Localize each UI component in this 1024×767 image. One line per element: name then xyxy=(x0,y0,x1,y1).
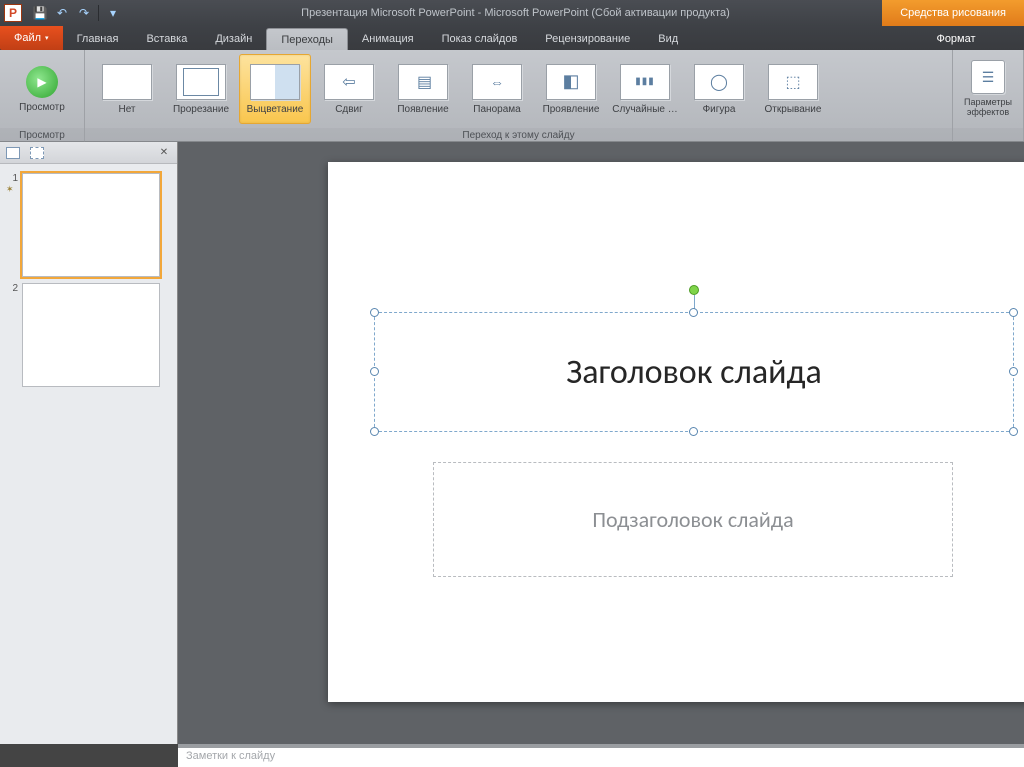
thumbnail-tabs: ✕ xyxy=(0,142,177,164)
thumbnail-number: 1 xyxy=(6,173,18,184)
transition-label: Случайные … xyxy=(612,104,677,115)
transition-indicator-icon: ✶ xyxy=(6,184,18,195)
transition-split-icon xyxy=(472,64,522,100)
group-effect-options: Параметры эффектов xyxy=(953,50,1024,141)
group-preview: ▶ Просмотр Просмотр xyxy=(0,50,85,141)
quick-access-toolbar: 💾 ↶ ↷ ▾ xyxy=(26,3,127,23)
transition-random[interactable]: Случайные … xyxy=(609,54,681,124)
title-text[interactable]: Заголовок слайда xyxy=(566,352,822,393)
resize-handle-sw[interactable] xyxy=(370,427,379,436)
resize-handle-w[interactable] xyxy=(370,367,379,376)
group-transitions: Нет Прорезание Выцветание Сдвиг Появлени… xyxy=(85,50,953,141)
undo-icon[interactable]: ↶ xyxy=(52,3,72,23)
thumbnail-slide[interactable] xyxy=(22,173,160,277)
tab-design[interactable]: Дизайн xyxy=(201,28,266,50)
tab-slideshow[interactable]: Показ слайдов xyxy=(428,28,532,50)
effect-options-button[interactable]: Параметры эффектов xyxy=(959,54,1017,124)
transition-random-icon xyxy=(620,64,670,100)
transition-reveal-icon xyxy=(546,64,596,100)
rotation-connector xyxy=(694,295,695,309)
resize-handle-e[interactable] xyxy=(1009,367,1018,376)
subtitle-placeholder[interactable]: Подзаголовок слайда xyxy=(433,462,953,577)
transition-split[interactable]: Панорама xyxy=(461,54,533,124)
play-icon: ▶ xyxy=(26,66,58,98)
transition-push[interactable]: Сдвиг xyxy=(313,54,385,124)
transition-reveal[interactable]: Проявление xyxy=(535,54,607,124)
tab-home[interactable]: Главная xyxy=(63,28,133,50)
slide-canvas[interactable]: Заголовок слайда Подзаголовок слайда xyxy=(328,162,1024,702)
save-icon[interactable]: 💾 xyxy=(30,3,50,23)
slides-tab-icon[interactable] xyxy=(6,147,20,159)
group-preview-label: Просмотр xyxy=(0,128,84,143)
transition-label: Сдвиг xyxy=(335,104,363,115)
transition-fade[interactable]: Выцветание xyxy=(239,54,311,124)
app-icon: P xyxy=(4,4,22,22)
transition-label: Проявление xyxy=(543,104,600,115)
outline-tab-icon[interactable] xyxy=(30,147,44,159)
thumbnail-row[interactable]: 1 ✶ xyxy=(0,170,177,280)
notes-pane[interactable]: Заметки к слайду xyxy=(178,744,1024,767)
transition-label: Фигура xyxy=(703,104,736,115)
group-effects-label xyxy=(953,128,1023,143)
transition-shape-icon xyxy=(694,64,744,100)
transition-label: Появление xyxy=(397,104,448,115)
slide-editor: Заголовок слайда Подзаголовок слайда xyxy=(178,142,1024,744)
transition-wipe[interactable]: Появление xyxy=(387,54,459,124)
transition-uncover-icon xyxy=(768,64,818,100)
transition-push-icon xyxy=(324,64,374,100)
resize-handle-se[interactable] xyxy=(1009,427,1018,436)
transition-none[interactable]: Нет xyxy=(91,54,163,124)
preview-button-label: Просмотр xyxy=(19,102,65,113)
transition-label: Панорама xyxy=(473,104,520,115)
transition-label: Нет xyxy=(118,104,135,115)
transition-label: Выцветание xyxy=(247,104,304,115)
subtitle-text[interactable]: Подзаголовок слайда xyxy=(592,506,793,533)
transition-cut-icon xyxy=(176,64,226,100)
file-tab[interactable]: Файл xyxy=(0,26,63,50)
effect-options-icon xyxy=(971,60,1005,94)
thumbnail-number: 2 xyxy=(6,283,18,294)
title-bar: P 💾 ↶ ↷ ▾ Презентация Microsoft PowerPoi… xyxy=(0,0,1024,26)
tab-format[interactable]: Формат xyxy=(888,28,1024,50)
resize-handle-n[interactable] xyxy=(689,308,698,317)
ribbon: ▶ Просмотр Просмотр Нет Прорезание Выцве… xyxy=(0,50,1024,142)
transition-none-icon xyxy=(102,64,152,100)
slide-thumbnail-panel: ✕ 1 ✶ 2 xyxy=(0,142,178,744)
resize-handle-s[interactable] xyxy=(689,427,698,436)
preview-button[interactable]: ▶ Просмотр xyxy=(6,54,78,124)
transition-label: Прорезание xyxy=(173,104,229,115)
resize-handle-nw[interactable] xyxy=(370,308,379,317)
transition-label: Открывание xyxy=(765,104,822,115)
title-placeholder[interactable]: Заголовок слайда xyxy=(374,312,1014,432)
transition-cut[interactable]: Прорезание xyxy=(165,54,237,124)
qat-separator xyxy=(98,5,99,21)
transition-uncover[interactable]: Открывание xyxy=(757,54,829,124)
close-panel-icon[interactable]: ✕ xyxy=(157,145,171,159)
transition-shape[interactable]: Фигура xyxy=(683,54,755,124)
group-transitions-label: Переход к этому слайду xyxy=(85,128,952,143)
effect-options-label: Параметры эффектов xyxy=(960,98,1016,118)
tab-animations[interactable]: Анимация xyxy=(348,28,428,50)
thumbnail-list[interactable]: 1 ✶ 2 xyxy=(0,164,177,744)
contextual-tab-header: Средства рисования xyxy=(882,0,1024,26)
transition-wipe-icon xyxy=(398,64,448,100)
tab-view[interactable]: Вид xyxy=(644,28,692,50)
thumbnail-slide[interactable] xyxy=(22,283,160,387)
tab-review[interactable]: Рецензирование xyxy=(531,28,644,50)
qat-customize-icon[interactable]: ▾ xyxy=(103,3,123,23)
notes-placeholder: Заметки к слайду xyxy=(186,750,275,762)
workspace: ✕ 1 ✶ 2 xyxy=(0,142,1024,744)
thumbnail-row[interactable]: 2 xyxy=(0,280,177,390)
rotation-handle[interactable] xyxy=(689,285,699,295)
resize-handle-ne[interactable] xyxy=(1009,308,1018,317)
tab-insert[interactable]: Вставка xyxy=(132,28,201,50)
transition-fade-icon xyxy=(250,64,300,100)
redo-icon[interactable]: ↷ xyxy=(74,3,94,23)
tab-transitions[interactable]: Переходы xyxy=(266,28,348,50)
ribbon-tabs: Файл Главная Вставка Дизайн Переходы Ани… xyxy=(0,26,1024,50)
editor-scroll[interactable]: Заголовок слайда Подзаголовок слайда xyxy=(178,142,1024,744)
